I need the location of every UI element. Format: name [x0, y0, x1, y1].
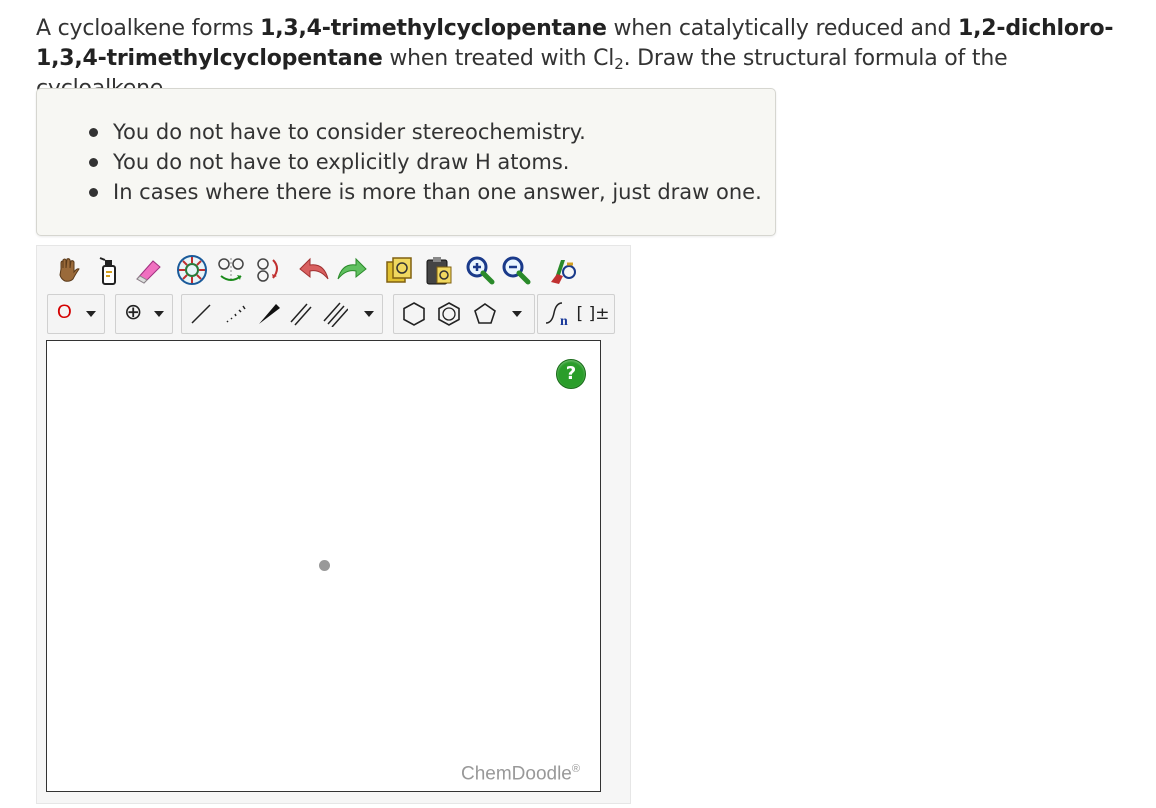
- flip-icon[interactable]: [213, 252, 249, 288]
- compound-reduced: 1,3,4-trimethylcyclopentane: [260, 16, 607, 41]
- bracket-icon[interactable]: [ ]±: [576, 296, 610, 332]
- chevron-down-icon: [86, 311, 96, 317]
- chevron-down-icon: [154, 311, 164, 317]
- ring-tools-group: [393, 294, 535, 334]
- hashed-bond-icon[interactable]: [220, 296, 250, 332]
- question-part: when catalytically reduced and: [606, 16, 959, 41]
- instruction-item: You do not have to explicitly draw H ato…: [87, 147, 762, 177]
- instructions-list: You do not have to consider stereochemis…: [87, 117, 762, 207]
- bond-tools-group: [181, 294, 383, 334]
- instruction-item: In cases where there is more than one an…: [87, 177, 762, 207]
- wedge-bond-icon[interactable]: [254, 296, 284, 332]
- sgroup-label: n: [560, 314, 568, 329]
- chevron-down-icon[interactable]: [364, 311, 374, 317]
- zoom-out-icon[interactable]: [499, 252, 533, 288]
- rotate-icon[interactable]: [249, 252, 285, 288]
- brand-name: ChemDoodle: [460, 763, 572, 784]
- drawing-canvas[interactable]: ? ChemDoodle®: [46, 340, 601, 792]
- element-label: O: [57, 302, 72, 323]
- benzene-icon[interactable]: [432, 296, 466, 332]
- center-icon[interactable]: [173, 252, 211, 288]
- chemdoodle-editor: O ⊕ n []± ? ChemDoodle®: [36, 245, 631, 804]
- chemdoodle-logo: ChemDoodle®: [461, 763, 580, 785]
- bracket-label: [ ]±: [576, 304, 610, 324]
- cursor-dot: [319, 560, 330, 571]
- charge-dropdown[interactable]: ⊕: [115, 294, 173, 334]
- chevron-down-icon[interactable]: [512, 311, 522, 317]
- question-part: A cycloalkene forms: [36, 16, 261, 41]
- cyclohexane-icon[interactable]: [397, 296, 431, 332]
- double-bond-icon[interactable]: [286, 296, 316, 332]
- copy-icon[interactable]: [381, 252, 417, 288]
- instructions-box: You do not have to consider stereochemis…: [36, 88, 776, 236]
- hand-icon[interactable]: [49, 252, 87, 288]
- eraser-icon[interactable]: [131, 252, 165, 288]
- brand-registered-mark: ®: [571, 762, 580, 775]
- bracket-tools-group: n [ ]±: [537, 294, 615, 334]
- element-dropdown[interactable]: O: [47, 294, 105, 334]
- sgroup-icon[interactable]: n: [540, 296, 574, 332]
- undo-icon[interactable]: [297, 252, 333, 288]
- single-bond-icon[interactable]: [186, 296, 216, 332]
- zoom-in-icon[interactable]: [463, 252, 497, 288]
- subscript: 2: [614, 55, 624, 73]
- question-part: when treated with Cl: [382, 46, 615, 71]
- spray-bottle-icon[interactable]: [91, 252, 125, 288]
- clean-icon[interactable]: [545, 252, 581, 288]
- cyclopentane-icon[interactable]: [468, 296, 502, 332]
- help-button[interactable]: ?: [556, 359, 586, 389]
- charge-label: ⊕: [124, 300, 143, 325]
- paste-icon[interactable]: [421, 252, 457, 288]
- redo-icon[interactable]: [333, 252, 369, 288]
- triple-bond-icon[interactable]: [320, 296, 350, 332]
- instruction-item: You do not have to consider stereochemis…: [87, 117, 762, 147]
